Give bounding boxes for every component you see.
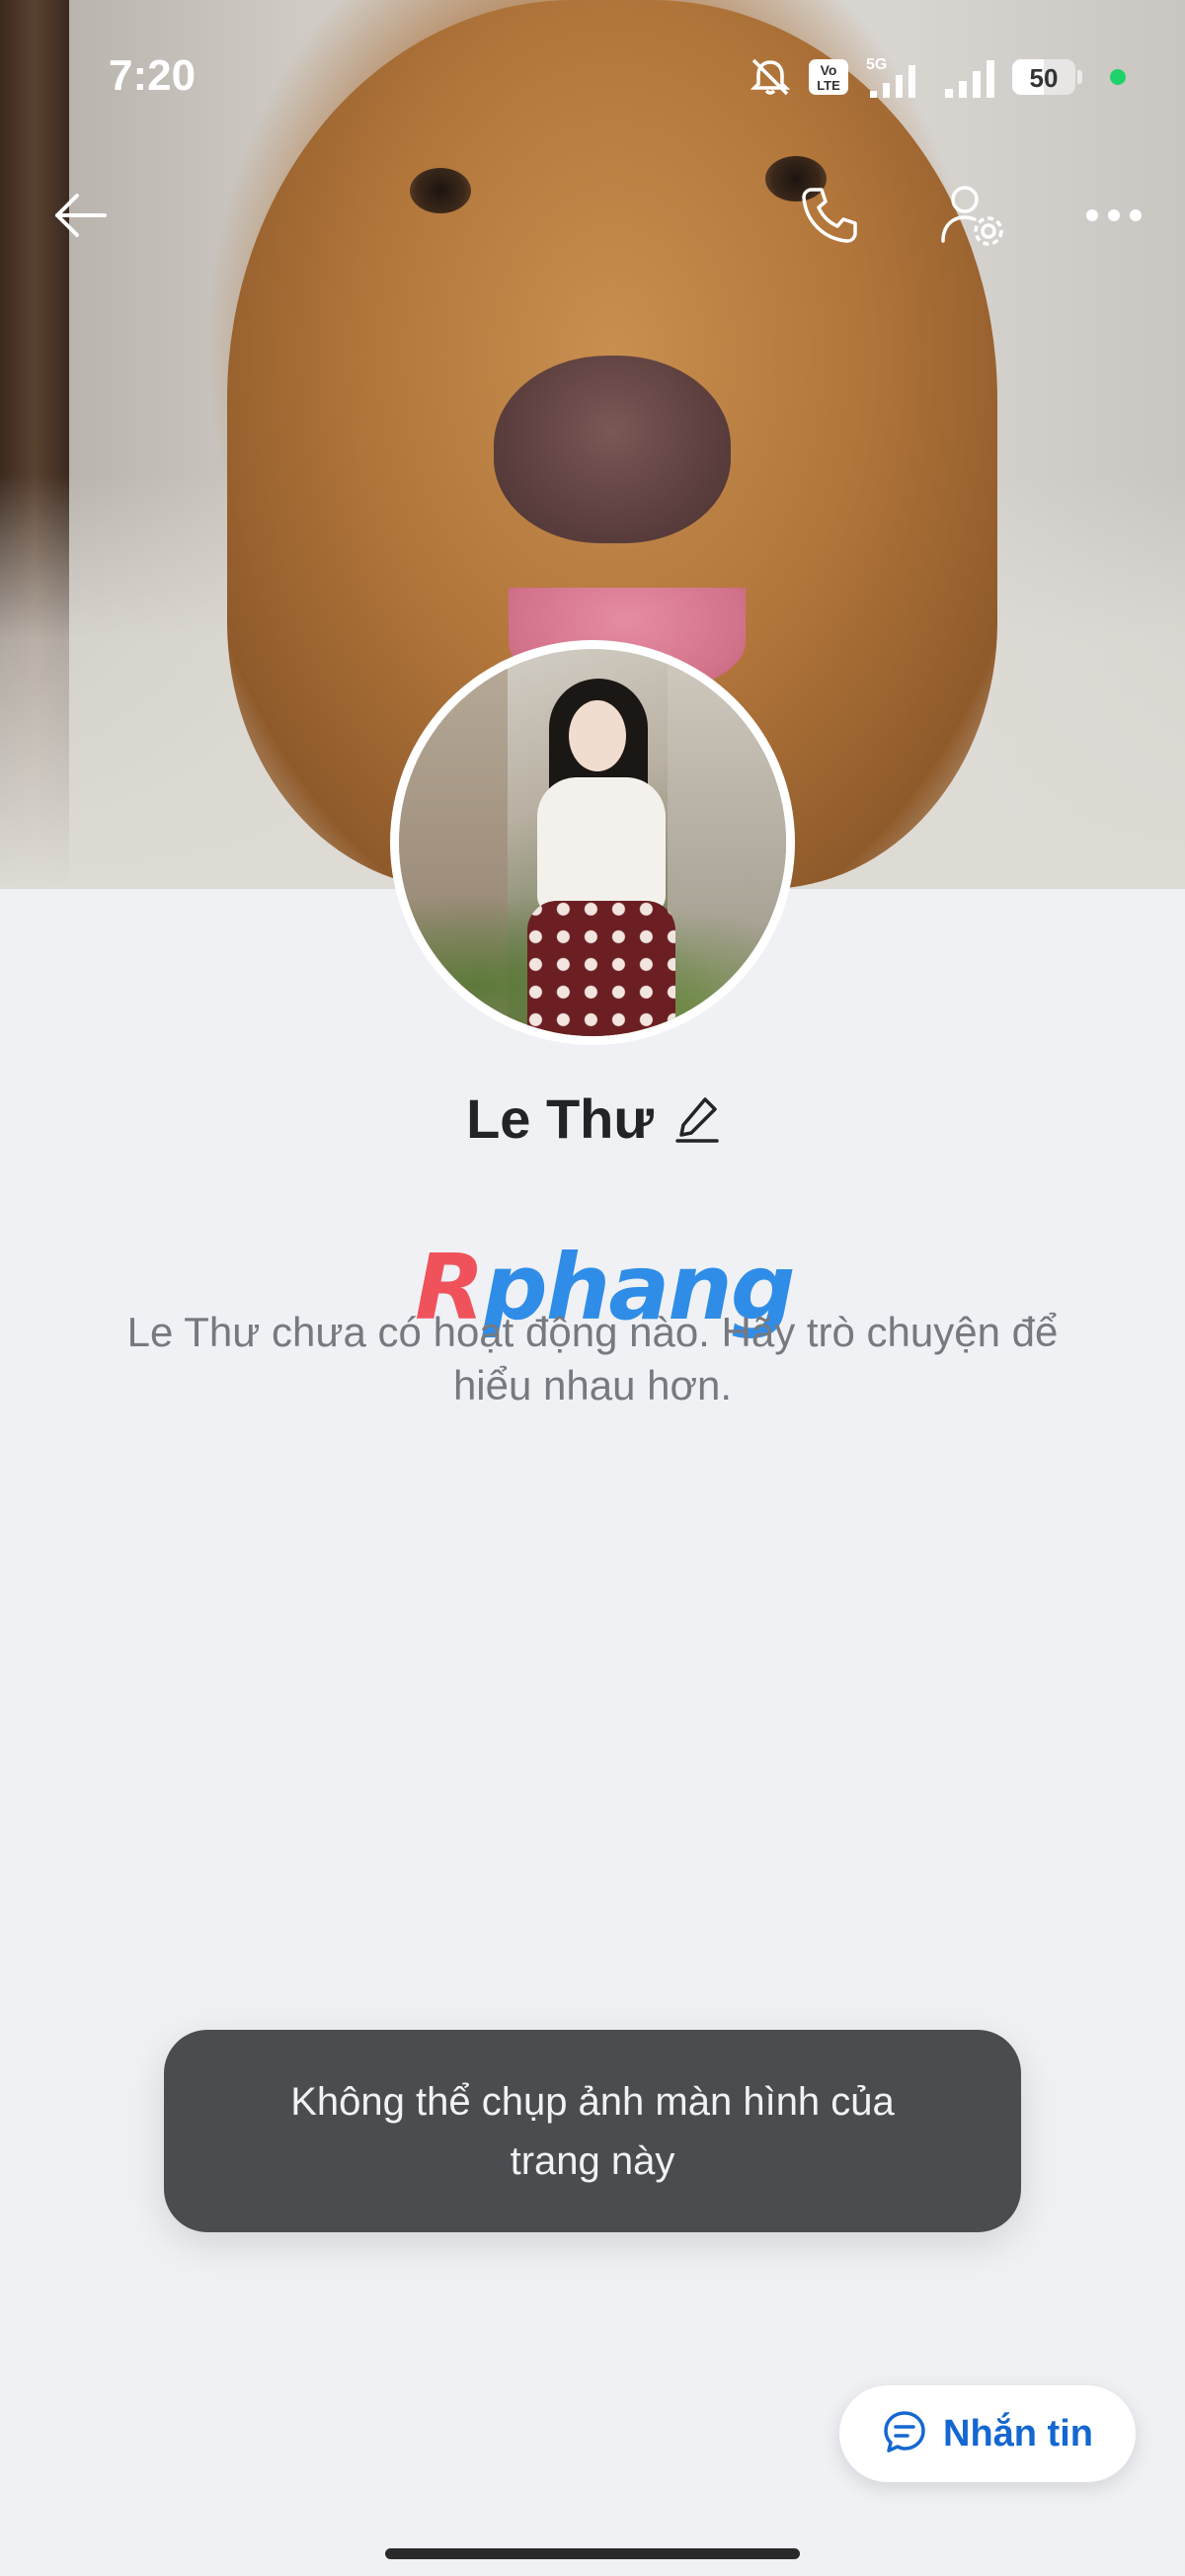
send-message-label: Nhắn tin xyxy=(943,2412,1093,2455)
phone-icon xyxy=(798,184,861,252)
profile-settings-button[interactable] xyxy=(923,168,1022,267)
status-bar: 7:20 Vo LTE 5G 50 xyxy=(0,0,1185,158)
home-indicator[interactable] xyxy=(385,2548,800,2559)
svg-text:5G: 5G xyxy=(866,56,887,73)
arrow-left-icon xyxy=(51,186,111,250)
privacy-indicator-dot xyxy=(1110,69,1126,85)
svg-text:LTE: LTE xyxy=(817,78,840,93)
silent-bell-icon xyxy=(748,57,793,97)
toast-notification: Không thể chụp ảnh màn hình của trang nà… xyxy=(164,2030,1021,2232)
send-message-button[interactable]: Nhắn tin xyxy=(839,2385,1136,2482)
avatar-frame[interactable] xyxy=(390,640,795,1045)
profile-header xyxy=(0,168,1185,267)
status-icons: Vo LTE 5G 50 xyxy=(748,55,1126,99)
signal-5g-icon: 5G xyxy=(864,55,929,99)
avatar[interactable] xyxy=(399,649,786,1036)
volte-icon: Vo LTE xyxy=(807,57,850,97)
pencil-icon[interactable] xyxy=(675,1095,719,1143)
toast-message: Không thể chụp ảnh màn hình của trang nà… xyxy=(290,2079,895,2183)
call-button[interactable] xyxy=(780,168,879,267)
signal-icon xyxy=(943,55,998,99)
profile-name: Le Thư xyxy=(466,1087,654,1150)
more-horizontal-icon xyxy=(1084,205,1144,230)
profile-name-row: Le Thư xyxy=(0,1087,1185,1151)
battery-icon: 50 xyxy=(1012,59,1082,95)
cover-dog-nose xyxy=(494,356,731,543)
svg-text:Vo: Vo xyxy=(821,62,837,78)
back-button[interactable] xyxy=(32,168,130,267)
more-button[interactable] xyxy=(1065,168,1163,267)
battery-level: 50 xyxy=(1029,63,1059,93)
empty-activity-message: Le Thư chưa có hoạt động nào. Hãy trò ch… xyxy=(126,1309,1059,1409)
status-time: 7:20 xyxy=(109,51,197,100)
user-settings-icon xyxy=(939,182,1006,254)
chat-bubble-icon xyxy=(882,2409,927,2459)
